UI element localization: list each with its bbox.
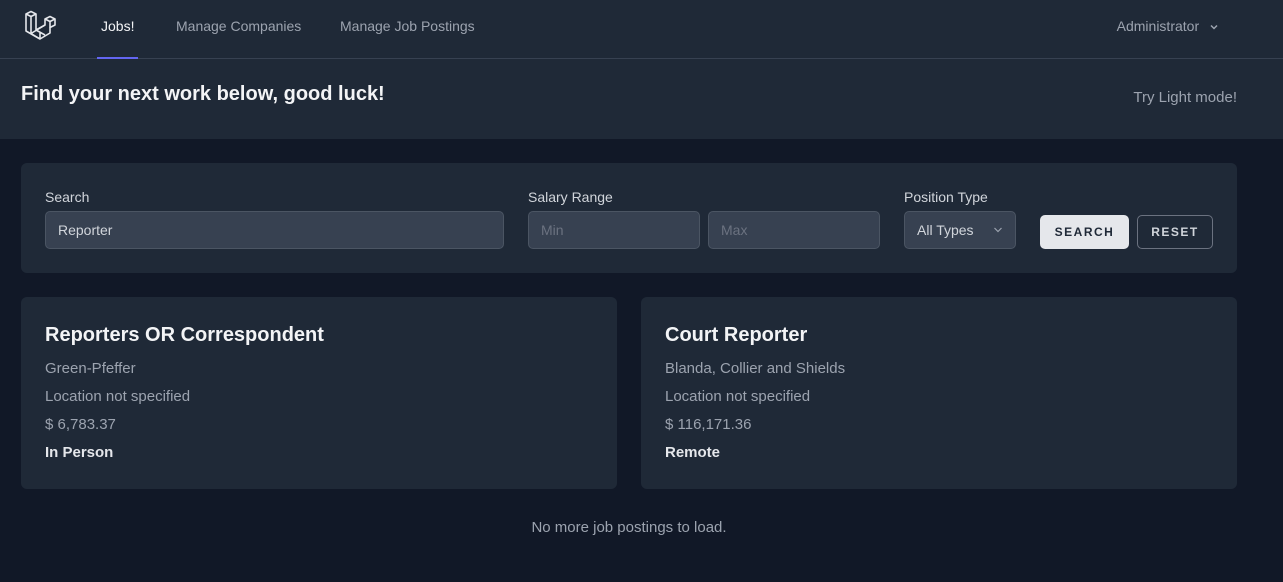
reset-button[interactable]: RESET — [1137, 215, 1213, 249]
nav-link-manage-companies[interactable]: Manage Companies — [176, 0, 301, 58]
laravel-logo-icon[interactable] — [24, 10, 56, 42]
position-type-value: All Types — [917, 222, 974, 238]
page-header: Find your next work below, good luck! Tr… — [0, 59, 1283, 139]
position-type-select[interactable]: All Types — [904, 211, 1016, 249]
nav-link-jobs[interactable]: Jobs! — [96, 0, 140, 59]
top-navbar: Jobs! Manage Companies Manage Job Postin… — [0, 0, 1283, 59]
job-card[interactable]: Reporters OR Correspondent Green-Pfeffer… — [21, 297, 617, 489]
nav-link-manage-job-postings[interactable]: Manage Job Postings — [340, 0, 475, 58]
job-location: Location not specified — [45, 388, 191, 405]
light-mode-toggle[interactable]: Try Light mode! — [1133, 89, 1237, 106]
search-filter-panel: Search Salary Range Position Type All Ty… — [21, 163, 1237, 273]
chevron-down-icon — [1210, 25, 1218, 30]
job-position-type: Remote — [665, 444, 721, 461]
page-title: Find your next work below, good luck! — [21, 83, 385, 105]
job-position-type: In Person — [45, 444, 114, 461]
salary-range-label: Salary Range — [528, 189, 613, 205]
chevron-down-icon — [994, 227, 1002, 233]
search-input[interactable] — [45, 211, 504, 249]
user-menu-button[interactable]: Administrator — [1117, 0, 1219, 52]
position-type-label: Position Type — [904, 189, 988, 205]
job-salary: $ 6,783.37 — [45, 416, 116, 433]
job-salary: $ 116,171.36 — [665, 416, 752, 433]
job-title: Reporters OR Correspondent — [45, 324, 324, 346]
job-title: Court Reporter — [665, 324, 808, 346]
end-of-list-message: No more job postings to load. — [531, 519, 727, 536]
salary-min-input[interactable] — [528, 211, 700, 249]
salary-max-input[interactable] — [708, 211, 880, 249]
search-label: Search — [45, 189, 90, 205]
job-location: Location not specified — [665, 388, 811, 405]
job-company: Blanda, Collier and Shields — [665, 360, 846, 377]
job-card[interactable]: Court Reporter Blanda, Collier and Shiel… — [641, 297, 1237, 489]
job-company: Green-Pfeffer — [45, 360, 136, 377]
user-menu-label: Administrator — [1116, 18, 1200, 34]
search-button[interactable]: SEARCH — [1040, 215, 1129, 249]
